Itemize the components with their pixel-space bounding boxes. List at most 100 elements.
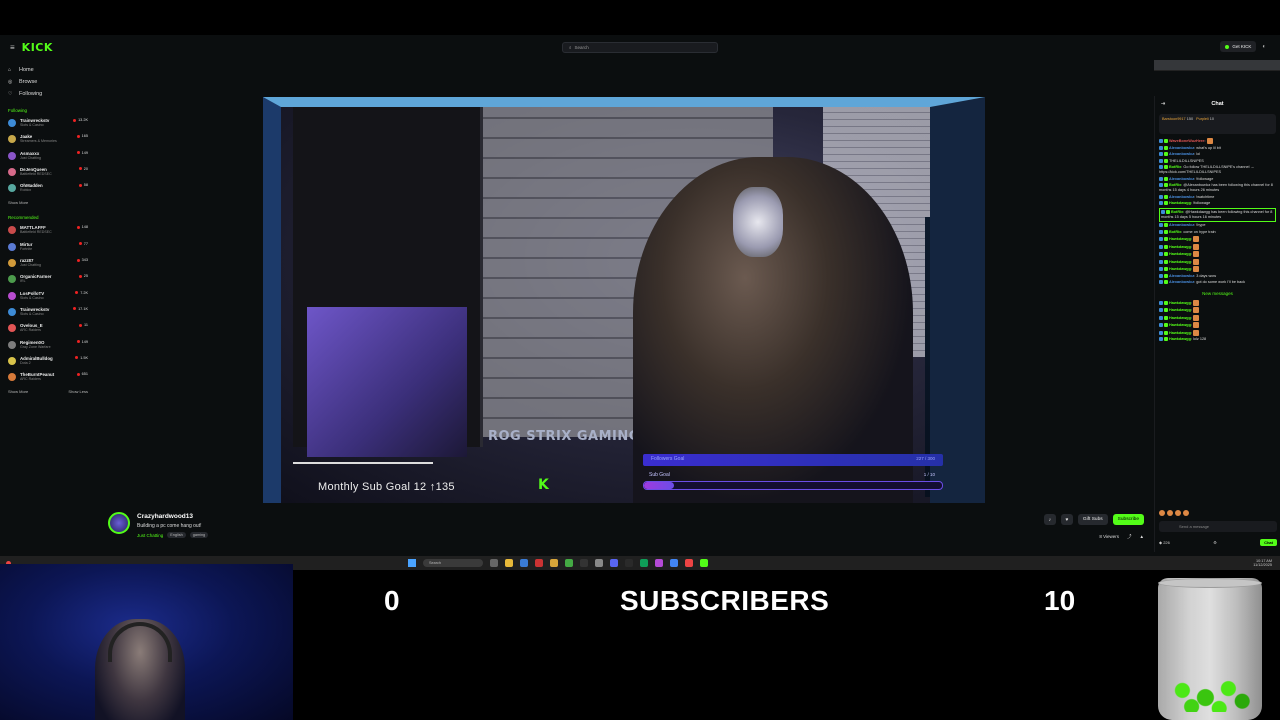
edge-icon[interactable] — [520, 559, 528, 567]
chat-username[interactable]: BotRix — [1171, 210, 1183, 214]
chat-message[interactable]: Alexanbowlcz: what's up lil bit — [1159, 145, 1276, 151]
task-view-icon[interactable] — [490, 559, 498, 567]
chat-message[interactable]: Alexanbowlcz: got do some work I'll be b… — [1159, 280, 1276, 285]
stream-tag[interactable]: English — [167, 532, 186, 538]
show-less-button[interactable]: Show Less — [68, 389, 88, 394]
sidebar-item-home[interactable]: ⌂ Home — [0, 64, 96, 76]
chat-send-button[interactable]: Chat — [1260, 538, 1277, 546]
collapse-chat-icon[interactable]: ⇥ — [1161, 101, 1165, 107]
sidebar-channel[interactable]: Trainwreckstv Slots & Casino 17.1K — [0, 305, 96, 321]
chat-message[interactable]: Alexanbowlcz: 3 days wow — [1159, 273, 1276, 279]
sidebar-channel[interactable]: Asmaxxx Just Chatting 149 — [0, 149, 96, 165]
chat-username[interactable]: Hawkdawgg — [1169, 308, 1191, 312]
opera-icon[interactable] — [535, 559, 543, 567]
chat-message[interactable]: Hawkdawgg: — [1159, 307, 1276, 313]
emote-icon[interactable] — [1175, 510, 1181, 516]
emote-icon[interactable] — [1167, 510, 1173, 516]
chat-username[interactable]: Hawkdawgg — [1169, 331, 1191, 335]
subscribe-button[interactable]: Subscribe — [1112, 514, 1144, 525]
video-player[interactable]: ROG STRIX GAMING WIFI7 Monthly Sub Goal … — [263, 97, 985, 503]
sidebar-channel[interactable]: Jaake Streamers & Memories 165 — [0, 132, 96, 148]
chat-message[interactable]: THELILDILLSNIPES — [1159, 158, 1276, 164]
chat-username[interactable]: Hawkdawgg — [1169, 301, 1191, 305]
chat-message[interactable]: Hawkdawgg: — [1159, 329, 1276, 336]
share-icon[interactable]: ⤴ — [1127, 534, 1132, 540]
steam-icon[interactable] — [625, 559, 633, 567]
app-red-icon[interactable] — [685, 559, 693, 567]
sidebar-channel[interactable]: MATTLAFFF Battlefield REDSEC 148 — [0, 223, 96, 239]
kick-app-icon[interactable] — [700, 559, 708, 567]
chat-message[interactable]: WaveBoneWuzHere: — [1159, 138, 1276, 144]
file-explorer-icon[interactable] — [505, 559, 513, 567]
sidebar-channel[interactable]: Ovelous_E ARC Raiders 11 — [0, 321, 96, 337]
sidebar-channel[interactable]: OrganicFarmer IRL 25 — [0, 272, 96, 288]
chat-username[interactable]: Hawkdawgg — [1169, 316, 1191, 320]
chat-message[interactable]: Hawkdawgg: — [1159, 251, 1276, 257]
chat-username[interactable]: BotRix — [1169, 230, 1181, 234]
chat-message[interactable]: BotRix: come on hype train — [1159, 229, 1276, 235]
pinned-user[interactable]: Barstoon9917 150 — [1162, 117, 1193, 131]
chat-username[interactable]: Alexanbowlcz — [1169, 223, 1194, 227]
channel-name[interactable]: Crazyhardwood13 — [137, 513, 193, 520]
user-avatar-icon[interactable]: ◐ — [1262, 44, 1266, 50]
chat-message[interactable]: Alexanbowlcz: lol — [1159, 152, 1276, 157]
sidebar-channel[interactable]: Regimen0O Gray Zone Warfare 149 — [0, 338, 96, 354]
show-more-button[interactable]: Show More — [8, 200, 28, 205]
settings-app-icon[interactable] — [595, 559, 603, 567]
chat-message[interactable]: Hawkdawgg: !followage — [1159, 201, 1276, 206]
sidebar-channel[interactable]: LosPolloTV Slots & Casino 7.2K — [0, 289, 96, 305]
start-icon[interactable] — [408, 559, 416, 567]
search-input[interactable]: ⌕ Search — [562, 42, 718, 53]
chat-input[interactable]: Send a message — [1159, 521, 1277, 532]
chat-username[interactable]: Hawkdawgg — [1169, 267, 1191, 271]
stream-tag[interactable]: gaming — [189, 532, 209, 538]
gift-subs-button[interactable]: Gift Subs — [1077, 514, 1108, 525]
chat-username[interactable]: BotRix — [1169, 183, 1181, 187]
chat-username[interactable]: Hawkdawgg — [1169, 252, 1191, 256]
sidebar-channel[interactable]: AdmiralBulldog Dota 2 1.5K — [0, 354, 96, 370]
sidebar-channel[interactable]: Trainwreckstv Slots & Casino 13.2K — [0, 116, 96, 132]
sidebar-channel[interactable]: Mirtur Fortnite 77 — [0, 240, 96, 256]
chat-username[interactable]: Alexanbowlcz — [1169, 280, 1194, 284]
emote-icon[interactable] — [1159, 510, 1165, 516]
chat-message[interactable]: Hawkdawgg: — [1159, 314, 1276, 321]
channel-avatar[interactable] — [108, 512, 130, 534]
more-options-icon[interactable]: ▲ — [1140, 534, 1144, 540]
sidebar-item-following[interactable]: ♡ Following — [0, 88, 96, 100]
chat-message[interactable]: Alexanbowlcz: !followage — [1159, 176, 1276, 182]
pinned-user[interactable]: Purpleli 10 — [1196, 117, 1214, 131]
new-messages-divider[interactable]: New messages — [1155, 291, 1280, 296]
chat-message[interactable]: Hawkdawgg: — [1159, 266, 1276, 272]
emote-icon[interactable] — [1183, 510, 1189, 516]
chat-message[interactable]: Hawkdawgg: — [1159, 258, 1276, 265]
show-more-button[interactable]: Show More — [8, 389, 28, 394]
obs-icon[interactable] — [580, 559, 588, 567]
settings-icon[interactable]: ⚙ — [1213, 540, 1217, 545]
spreadsheet-icon[interactable] — [640, 559, 648, 567]
chat-message[interactable]: Hawkdawgg: — [1159, 236, 1276, 242]
chat-username[interactable]: BotRix — [1169, 165, 1181, 169]
sidebar-channel[interactable]: DeJenQueen Battlefield REDSEC 20 — [0, 165, 96, 181]
folder-icon[interactable] — [550, 559, 558, 567]
get-kick-button[interactable]: Get KICK — [1220, 41, 1257, 52]
hamburger-menu-icon[interactable]: ≡ — [10, 43, 15, 52]
chat-message[interactable]: Alexanbowlcz: !hype — [1159, 223, 1276, 228]
chat-message[interactable]: Hawkdawgg: — [1159, 322, 1276, 328]
chat-username[interactable]: Hawkdawgg — [1169, 245, 1191, 249]
system-clock[interactable]: 10:17 AM 11/12/2025 — [1253, 559, 1272, 568]
chat-username[interactable]: Hawkdawgg — [1169, 260, 1191, 264]
chat-message[interactable]: BotRix: Go follow THELILDILLSNIPE's chan… — [1159, 165, 1276, 175]
chrome-icon[interactable] — [670, 559, 678, 567]
kick-logo[interactable]: KICK — [22, 41, 53, 54]
chat-username[interactable]: Alexanbowlcz — [1169, 146, 1194, 150]
app-icon[interactable] — [565, 559, 573, 567]
chat-message[interactable]: Alexanbowlcz: !watchtime — [1159, 194, 1276, 200]
media-icon[interactable] — [655, 559, 663, 567]
chat-username[interactable]: Hawkdawgg — [1169, 237, 1191, 241]
chat-message[interactable]: Hawkdawgg: — [1159, 299, 1276, 306]
chat-username[interactable]: Hawkdawgg — [1169, 201, 1191, 205]
chat-message[interactable]: BotRix: @Alexanbowlcz has been following… — [1159, 183, 1276, 193]
chat-username[interactable]: Alexanbowlcz — [1169, 152, 1194, 156]
sidebar-channel[interactable]: TheBurntPeanut ARC Raiders 651 — [0, 370, 96, 386]
chat-username[interactable]: Alexanbowlcz — [1169, 274, 1194, 278]
